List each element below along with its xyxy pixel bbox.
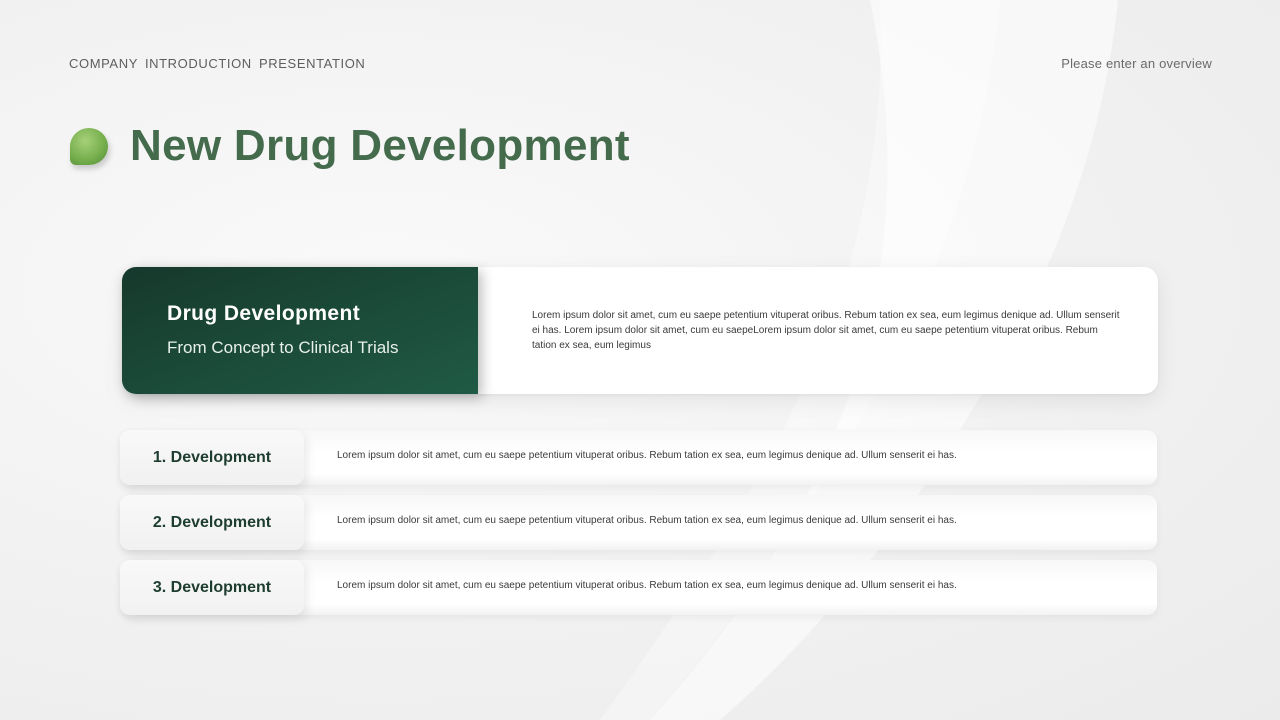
leaf-bullet-icon [70, 128, 108, 165]
slide: COMPANY INTRODUCTION PRESENTATION Please… [0, 0, 1280, 720]
development-row: 2. Development Lorem ipsum dolor sit ame… [120, 495, 1157, 550]
overview-placeholder: Please enter an overview [1061, 56, 1212, 71]
hero-panel: Drug Development From Concept to Clinica… [122, 267, 478, 394]
presentation-label: COMPANY INTRODUCTION PRESENTATION [69, 56, 366, 71]
hero-card: Drug Development From Concept to Clinica… [122, 267, 1158, 394]
development-row: 3. Development Lorem ipsum dolor sit ame… [120, 560, 1157, 615]
page-title: New Drug Development [130, 121, 630, 170]
row-label: 2. Development [120, 495, 304, 550]
hero-body-text: Lorem ipsum dolor sit amet, cum eu saepe… [532, 310, 1120, 351]
row-text: Lorem ipsum dolor sit amet, cum eu saepe… [337, 580, 957, 591]
row-label: 3. Development [120, 560, 304, 615]
hero-heading: Drug Development [167, 302, 361, 325]
row-text: Lorem ipsum dolor sit amet, cum eu saepe… [337, 450, 957, 461]
row-text: Lorem ipsum dolor sit amet, cum eu saepe… [337, 515, 957, 526]
row-label: 1. Development [120, 430, 304, 485]
hero-subheading: From Concept to Clinical Trials [167, 338, 399, 357]
development-row: 1. Development Lorem ipsum dolor sit ame… [120, 430, 1157, 485]
